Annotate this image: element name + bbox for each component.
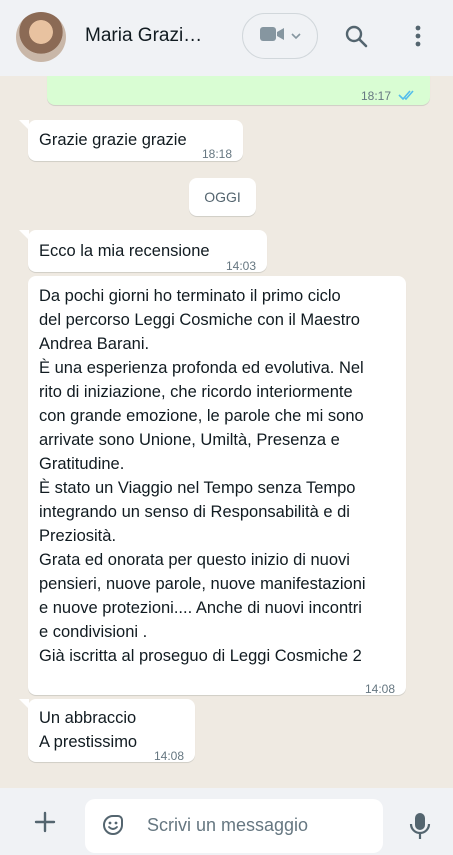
search-button[interactable] [336, 18, 376, 58]
message-time: 18:17 [361, 89, 392, 103]
outgoing-message[interactable]: 18:17 [47, 76, 430, 105]
video-camera-icon [259, 25, 285, 48]
incoming-message[interactable]: Un abbraccio A prestissimo 14:08 [28, 699, 195, 763]
microphone-icon [409, 811, 431, 846]
incoming-message[interactable]: Grazie grazie grazie 18:18 [28, 120, 243, 161]
message-time: 14:08 [365, 682, 396, 696]
plus-icon [34, 811, 56, 838]
message-time: 14:08 [154, 749, 185, 763]
contact-name[interactable]: Maria Grazi… [85, 25, 202, 47]
incoming-message[interactable]: Ecco la mia recensione 14:03 [28, 230, 267, 273]
chevron-down-icon [291, 27, 301, 45]
sticker-button[interactable] [99, 813, 127, 841]
search-icon [344, 24, 368, 53]
incoming-message[interactable]: Da pochi giorni ho terminato il primo ci… [28, 276, 406, 696]
message-text: Grazie grazie grazie [39, 131, 187, 149]
contact-avatar[interactable] [16, 12, 66, 62]
double-check-read-icon [398, 84, 418, 108]
message-list[interactable]: 18:17 Grazie grazie grazie 18:18 OGGI Ec… [0, 76, 453, 788]
message-text: Ecco la mia recensione [39, 242, 210, 260]
message-text: Un abbraccio A prestissimo [39, 709, 138, 751]
chat-header: Maria Grazi… [0, 0, 453, 76]
date-divider: OGGI [189, 178, 256, 216]
message-time: 18:18 [202, 147, 233, 161]
vertical-dots-icon [415, 25, 421, 52]
message-time: 14:03 [226, 259, 257, 273]
attach-button[interactable] [25, 804, 65, 844]
message-placeholder: Scrivi un messaggio [147, 815, 309, 835]
message-text: Da pochi giorni ho terminato il primo ci… [39, 287, 366, 665]
sticker-icon [100, 812, 126, 843]
voice-message-button[interactable] [402, 808, 438, 848]
video-call-button[interactable] [242, 13, 318, 59]
menu-button[interactable] [400, 18, 436, 58]
compose-bar: Scrivi un messaggio [0, 788, 453, 855]
message-input[interactable]: Scrivi un messaggio [85, 799, 383, 853]
